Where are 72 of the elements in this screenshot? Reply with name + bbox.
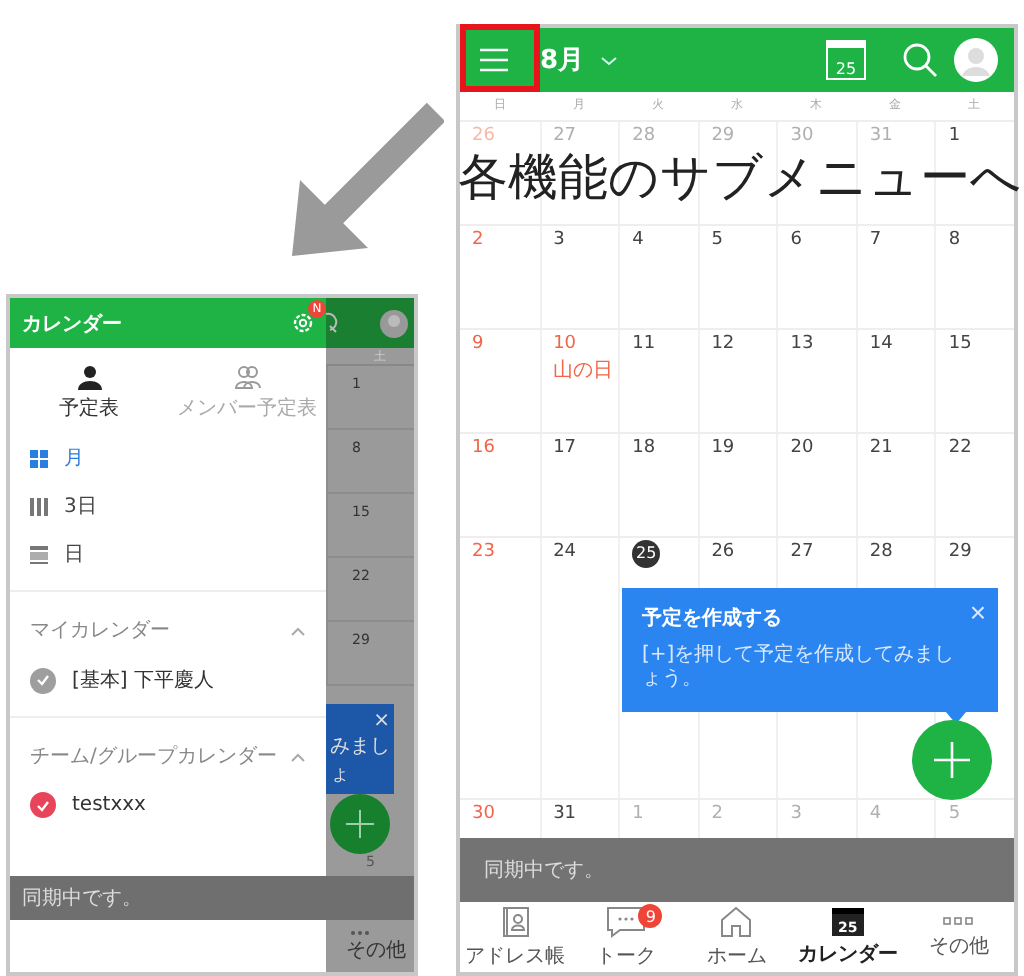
menu-icon[interactable]	[480, 48, 508, 72]
date-number[interactable]: 31	[553, 802, 577, 826]
tooltip-text: みましょ	[330, 736, 390, 786]
date-number[interactable]: 15	[948, 332, 972, 356]
tab[interactable]: アドレス帳	[460, 902, 571, 972]
close-button[interactable]: ×	[330, 710, 390, 732]
check-dot[interactable]	[30, 792, 56, 818]
date-number[interactable]: 17	[553, 436, 577, 460]
view-option[interactable]: 3日	[10, 482, 326, 530]
book-icon	[499, 905, 532, 937]
date-number[interactable]: 12	[711, 332, 735, 356]
home-icon	[720, 905, 753, 937]
calendar-name[interactable]: testxxx	[72, 794, 146, 816]
tooltip-title: 予定を作成する	[642, 604, 784, 632]
more-icon[interactable]	[350, 930, 370, 936]
grid-icon	[30, 449, 48, 467]
settings-icon[interactable]	[292, 312, 314, 334]
section-title: チーム/グループカレンダー	[30, 743, 277, 770]
avatar-icon[interactable]	[380, 309, 408, 337]
sync-status-bar: 同期中です。	[460, 838, 1014, 902]
date-number[interactable]: 3	[553, 228, 565, 252]
columns-icon	[30, 497, 48, 515]
count-badge: 9	[638, 904, 663, 928]
highlight-box	[460, 24, 540, 92]
date-number[interactable]: 26	[711, 540, 735, 564]
rows-icon	[30, 545, 48, 563]
holiday-label: 山の日	[553, 357, 614, 384]
date-number[interactable]: 20	[790, 436, 814, 460]
date-number[interactable]: 5	[711, 228, 723, 252]
date-number[interactable]: 19	[711, 436, 735, 460]
drawer-title: カレンダー	[22, 311, 122, 337]
date-number[interactable]: 24	[553, 540, 577, 564]
date-number[interactable]: 1	[948, 124, 961, 148]
avatar-icon[interactable]	[954, 38, 998, 82]
date-number[interactable]: 13	[790, 332, 814, 356]
date-number[interactable]: 28	[869, 540, 893, 564]
annotation-text: 各機能のサブメニューへ	[458, 152, 1022, 202]
calendar-name[interactable]: [基本] 下平慶人	[72, 666, 214, 694]
check-dot[interactable]	[30, 667, 56, 693]
date-number[interactable]: 4	[632, 228, 644, 252]
date-number[interactable]: 18	[632, 436, 656, 460]
more-icon	[942, 915, 975, 927]
today-marker[interactable]: 25	[632, 540, 661, 568]
check-icon	[36, 799, 50, 811]
sync-status-bar: 同期中です。	[10, 876, 414, 920]
tab[interactable]: その他	[903, 902, 1014, 972]
view-tab[interactable]: 予定表	[10, 364, 168, 422]
section-title: マイカレンダー	[30, 618, 170, 644]
chat-icon	[606, 905, 647, 937]
date-number[interactable]: 27	[790, 540, 814, 564]
tab[interactable]: トーク 9	[570, 902, 682, 972]
check-icon	[36, 674, 50, 686]
chevron-up-icon[interactable]	[290, 751, 306, 761]
view-option[interactable]: 日	[10, 530, 326, 578]
add-button-icon[interactable]	[912, 720, 992, 800]
date-number[interactable]: 6	[790, 228, 803, 252]
date-number[interactable]: 14	[869, 332, 893, 356]
date-number[interactable]: 8	[948, 228, 961, 252]
tooltip-text: [+]を押して予定を作成してみましょう。	[642, 644, 957, 692]
view-option[interactable]: 月	[10, 434, 326, 482]
people-icon	[233, 364, 261, 390]
date-number[interactable]: 11	[632, 332, 656, 356]
tab[interactable]: ホーム	[681, 902, 793, 972]
date-number[interactable]: 22	[948, 436, 972, 460]
tab-label[interactable]: その他	[346, 940, 406, 964]
date-number[interactable]: 21	[869, 436, 893, 460]
date-number[interactable]: 29	[948, 540, 972, 564]
chevron-up-icon[interactable]	[290, 625, 306, 635]
date-number[interactable]: 7	[869, 228, 882, 252]
add-button-icon[interactable]	[330, 794, 390, 854]
person-icon	[75, 364, 103, 390]
chevron-down-icon[interactable]	[600, 55, 619, 65]
